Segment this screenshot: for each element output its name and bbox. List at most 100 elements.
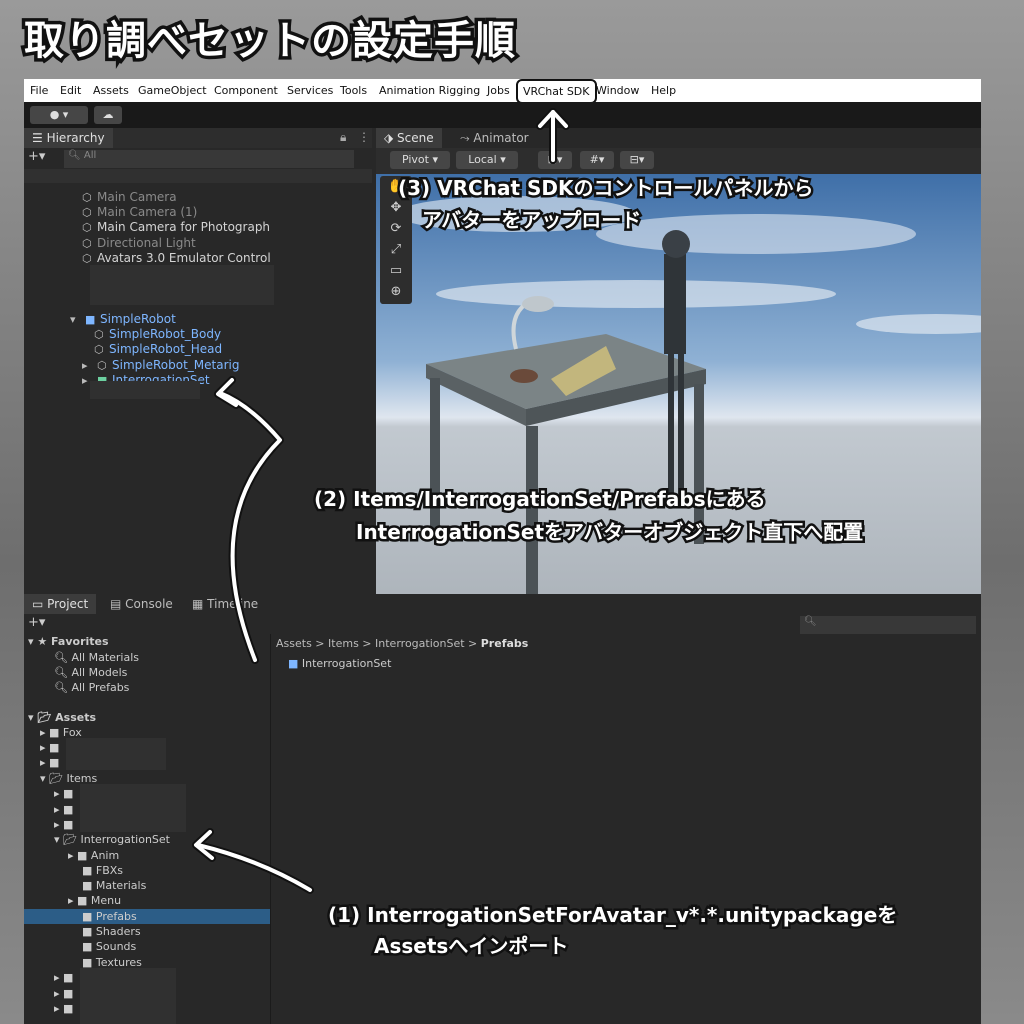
main-toolbar: ● ▾ ☁	[24, 102, 981, 128]
gameobject-icon: ⬡	[82, 206, 92, 219]
menu-services[interactable]: Services	[287, 84, 333, 97]
hierarchy-item[interactable]: ⬡ Main Camera (1)	[82, 205, 197, 220]
hierarchy-item[interactable]: ▸ ⬡ SimpleRobot_Metarig	[82, 358, 239, 373]
folder-anim[interactable]: ▸ ■ Anim	[68, 848, 119, 863]
increment-icon[interactable]: ⊟▾	[620, 151, 654, 169]
cloud-icon[interactable]: ☁	[94, 106, 122, 124]
rect-tool-icon[interactable]: ▭	[380, 260, 412, 281]
grid-icon[interactable]: #▾	[580, 151, 614, 169]
prefab-icon: ■	[288, 657, 302, 670]
project-tabbar: ▭ Project ▤ Console ▦ Timeline	[24, 594, 981, 614]
hierarchy-item[interactable]: ⬡ Avatars 3.0 Emulator Control	[82, 251, 271, 266]
folder-redacted[interactable]: ▸ ■	[40, 740, 59, 755]
robot-leg	[668, 354, 674, 494]
redacted-block	[90, 381, 200, 399]
hierarchy-item-simplerobot[interactable]: ▾ ■ SimpleRobot	[70, 312, 176, 327]
tab-scene[interactable]: ⬗ Scene	[376, 128, 442, 148]
snap-icon[interactable]: ⊞▾	[538, 151, 572, 169]
menu-help[interactable]: Help	[651, 84, 676, 97]
menu-tools[interactable]: Tools	[340, 84, 367, 97]
menu-window[interactable]: Window	[596, 84, 639, 97]
hierarchy-tabbar: ☰ Hierarchy 🔒︎ ⋮	[24, 128, 372, 148]
folder-fbxs[interactable]: ■ FBXs	[82, 863, 123, 878]
hierarchy-item[interactable]: ⬡ Main Camera for Photograph	[82, 220, 270, 235]
robot-body	[664, 254, 686, 354]
hierarchy-search-input[interactable]: 🔍︎ All	[64, 150, 354, 168]
lamp-shade	[522, 296, 554, 312]
folder-redacted[interactable]: ▸ ■	[54, 786, 73, 801]
menu-animation-rigging[interactable]: Animation Rigging	[379, 84, 480, 97]
folder-materials[interactable]: ■ Materials	[82, 878, 146, 893]
more-icon[interactable]: ⋮	[358, 130, 370, 144]
breadcrumb-prefabs[interactable]: Prefabs	[481, 637, 529, 650]
scene-viewport[interactable]	[376, 174, 981, 642]
tab-hierarchy[interactable]: ☰ Hierarchy	[24, 128, 113, 148]
transform-tool-icon[interactable]: ⊕	[380, 281, 412, 302]
asset-item-interrogationset[interactable]: ■ InterrogationSet	[288, 656, 391, 671]
breadcrumb-interrogationset[interactable]: InterrogationSet	[375, 637, 465, 650]
pivot-dropdown[interactable]: Pivot ▾	[390, 151, 450, 169]
gameobject-icon: ⬡	[94, 328, 104, 341]
expand-arrow-icon: ▾	[70, 313, 76, 326]
folder-interrogationset[interactable]: ▾ 📂︎ InterrogationSet	[54, 832, 170, 847]
gameobject-icon: ⬡	[82, 252, 92, 265]
favorite-all-prefabs[interactable]: 🔍︎ All Prefabs	[54, 680, 129, 695]
menu-component[interactable]: Component	[214, 84, 278, 97]
favorite-all-materials[interactable]: 🔍︎ All Materials	[54, 650, 139, 665]
account-dropdown[interactable]: ● ▾	[30, 106, 88, 124]
redacted-block	[90, 265, 274, 305]
robot-leg	[678, 354, 684, 494]
rotate-tool-icon[interactable]: ⟳	[380, 218, 412, 239]
tab-console[interactable]: ▤ Console	[102, 594, 181, 614]
tab-animator[interactable]: ⤳ Animator	[452, 128, 537, 148]
hierarchy-panel: ☰ Hierarchy 🔒︎ ⋮ +▾ 🔍︎ All ⬡ Main Camera …	[24, 128, 372, 673]
folder-redacted[interactable]: ▸ ■	[40, 755, 59, 770]
expand-arrow-icon: ▸	[82, 359, 88, 372]
folder-redacted[interactable]: ▸ ■	[54, 986, 73, 1001]
gameobject-icon: ⬡	[82, 237, 92, 250]
project-panel: ▭ Project ▤ Console ▦ Timeline +▾ 🔍︎ Ass…	[24, 594, 981, 1024]
local-dropdown[interactable]: Local ▾	[456, 151, 518, 169]
divider	[270, 634, 271, 1024]
folder-prefabs[interactable]: ■ Prefabs	[24, 909, 270, 924]
folder-shaders[interactable]: ■ Shaders	[82, 924, 141, 939]
menu-jobs[interactable]: Jobs	[487, 84, 510, 97]
hierarchy-item[interactable]: ⬡ SimpleRobot_Head	[94, 342, 222, 357]
cloud	[856, 314, 981, 334]
scene-root-row[interactable]	[24, 169, 372, 183]
annotation-step1-line2: Assetsへインポート	[371, 932, 570, 961]
folder-redacted[interactable]: ▸ ■	[54, 970, 73, 985]
folder-redacted[interactable]: ▸ ■	[54, 817, 73, 832]
breadcrumb-items[interactable]: Items	[328, 637, 359, 650]
gameobject-icon: ⬡	[97, 359, 107, 372]
scale-tool-icon[interactable]: ⤢	[380, 239, 412, 260]
redacted-block	[66, 738, 166, 770]
menu-file[interactable]: File	[30, 84, 48, 97]
folder-sounds[interactable]: ■ Sounds	[82, 939, 136, 954]
hierarchy-item[interactable]: ⬡ Directional Light	[82, 236, 196, 251]
favorite-all-models[interactable]: 🔍︎ All Models	[54, 665, 127, 680]
tab-project[interactable]: ▭ Project	[24, 594, 97, 614]
robot-head	[662, 230, 690, 258]
tab-timeline[interactable]: ▦ Timeline	[184, 594, 266, 614]
folder-redacted[interactable]: ▸ ■	[54, 1001, 73, 1016]
project-search-input[interactable]: 🔍︎	[800, 616, 976, 634]
cloud	[436, 280, 836, 308]
favorites-header[interactable]: ▾ ★ Favorites	[28, 634, 109, 649]
menu-assets[interactable]: Assets	[93, 84, 129, 97]
create-button[interactable]: +▾	[28, 615, 45, 630]
menu-vrchat-sdk[interactable]: VRChat SDK	[516, 79, 597, 104]
menu-gameobject[interactable]: GameObject	[138, 84, 207, 97]
lock-icon[interactable]: 🔒︎	[340, 130, 346, 145]
hierarchy-item[interactable]: ⬡ SimpleRobot_Body	[94, 327, 221, 342]
scene-tabbar: ⬗ Scene ⤳ Animator	[376, 128, 981, 148]
gameobject-icon: ⬡	[82, 221, 92, 234]
breadcrumb-assets[interactable]: Assets	[276, 637, 312, 650]
add-button[interactable]: +▾	[28, 149, 45, 164]
menu-bar: File Edit Assets GameObject Component Se…	[24, 79, 981, 104]
folder-redacted[interactable]: ▸ ■	[54, 802, 73, 817]
hierarchy-item[interactable]: ⬡ Main Camera	[82, 190, 177, 205]
folder-menu[interactable]: ▸ ■ Menu	[68, 893, 121, 908]
menu-edit[interactable]: Edit	[60, 84, 81, 97]
assets-folder[interactable]: ▾ 📂︎ Assets	[28, 710, 96, 725]
